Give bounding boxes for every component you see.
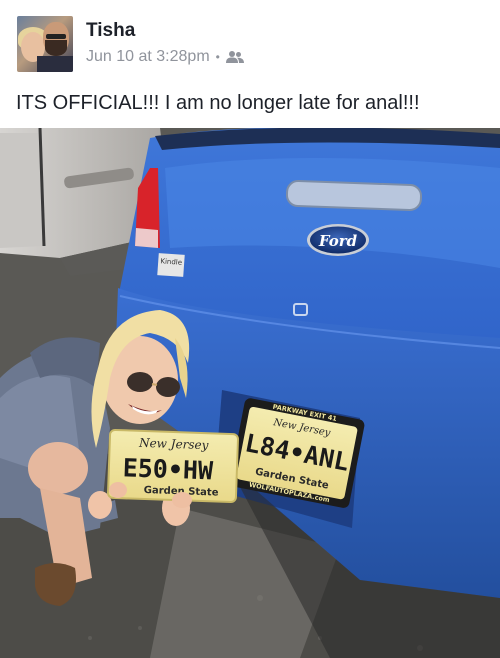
post-header: Tisha Jun 10 at 3:28pm • [0, 0, 500, 80]
meta-separator: • [215, 50, 220, 64]
friends-icon[interactable] [225, 50, 244, 64]
dealer-badge-text: Kindle [160, 257, 182, 266]
profile-avatar[interactable] [17, 16, 73, 72]
post-photo[interactable]: Ford Kindle PARKWAY EXIT 41 New Jersey L… [0, 128, 500, 658]
post-meta: Jun 10 at 3:28pm • [86, 48, 244, 66]
held-license-plate: New Jersey E50•HW Garden State [107, 428, 239, 504]
held-plate-number: E50•HW [122, 453, 214, 485]
ford-emblem: Ford [307, 224, 369, 256]
ford-badge-text: Ford [318, 232, 358, 250]
dealer-badge: Kindle [157, 253, 185, 277]
post-text: ITS OFFICIAL!!! I am no longer late for … [16, 92, 420, 114]
photo-scene: Ford Kindle PARKWAY EXIT 41 New Jersey L… [0, 128, 500, 658]
post-timestamp[interactable]: Jun 10 at 3:28pm [86, 48, 210, 66]
author-name[interactable]: Tisha [86, 20, 135, 42]
held-plate-state: New Jersey [138, 436, 209, 452]
